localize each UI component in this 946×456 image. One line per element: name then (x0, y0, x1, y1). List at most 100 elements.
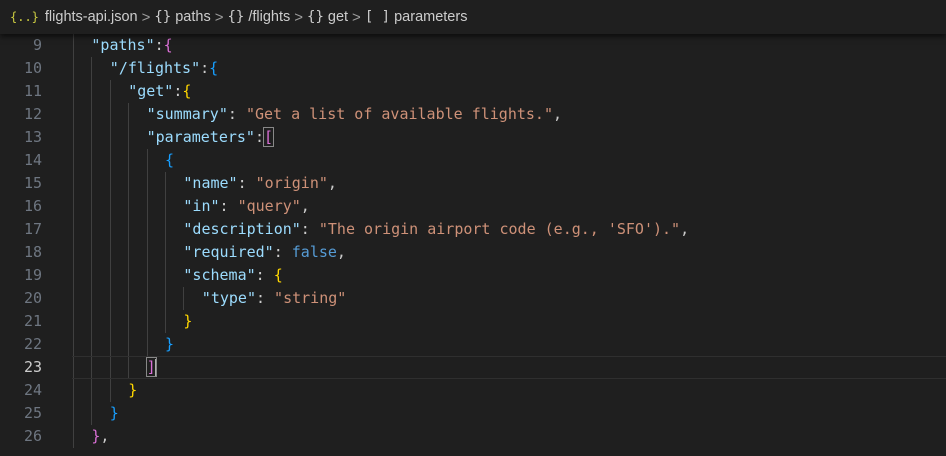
breadcrumb-item[interactable]: {..} flights-api.json (10, 9, 138, 25)
code-token: { (273, 266, 283, 284)
code-line[interactable]: 21} (0, 310, 946, 333)
line-content: "required": false, (183, 241, 346, 264)
code-token: : (254, 128, 264, 146)
code-line[interactable]: 16 "in": "query", (0, 195, 946, 218)
code-token: "schema" (183, 266, 256, 284)
code-line[interactable]: 19 "schema": { (0, 264, 946, 287)
line-content: ] (145, 356, 157, 379)
line-number: 20 (23, 289, 42, 307)
code-token: "type" (201, 289, 256, 307)
breadcrumb-label: get (327, 9, 349, 25)
code-line[interactable]: 18 "required": false, (0, 241, 946, 264)
code-token: : (255, 289, 275, 307)
breadcrumb-item[interactable]: [ ] parameters (365, 9, 468, 25)
code-token: [ (262, 127, 275, 147)
line-number: 23 (23, 358, 42, 376)
code-line[interactable]: 13 "parameters":[ (0, 126, 946, 149)
breadcrumb: {..} flights-api.json >{} paths >{}/flights >… (0, 0, 946, 34)
code-token: : (273, 243, 292, 261)
text-cursor (154, 358, 156, 377)
line-number: 22 (23, 335, 42, 353)
code-line[interactable]: 26}, (0, 425, 946, 448)
code-token: "summary" (146, 105, 228, 123)
code-line[interactable]: 14 { (0, 149, 946, 172)
code-line[interactable]: 9 "paths":{ (0, 34, 946, 57)
line-content: "description": "The origin airport code … (183, 218, 689, 241)
code-token: "paths" (91, 36, 155, 54)
code-token: : (237, 174, 256, 192)
line-content: } (110, 402, 119, 425)
code-editor[interactable]: {..} flights-api.json >{} paths >{}/flights >… (0, 0, 946, 456)
code-line[interactable]: 11 "get":{ (0, 80, 946, 103)
line-content: "get":{ (128, 80, 191, 103)
code-line[interactable]: 24} (0, 379, 946, 402)
code-token: } (128, 381, 138, 399)
line-content: } (128, 379, 137, 402)
breadcrumb-item[interactable]: {}/flights (227, 9, 290, 25)
line-number: 13 (23, 128, 42, 146)
code-token: } (183, 312, 193, 330)
object-icon: {} (227, 9, 245, 25)
code-token: : (227, 105, 246, 123)
code-token: "Get a list of available flights." (245, 105, 553, 123)
code-token: { (182, 82, 192, 100)
code-token: "required" (183, 243, 274, 261)
current-line-highlight (72, 356, 946, 379)
code-token: , (552, 105, 563, 123)
code-line[interactable]: 17 "description": "The origin airport cod… (0, 218, 946, 241)
line-number: 11 (23, 82, 42, 100)
code-token: { (163, 36, 173, 54)
breadcrumb-label: parameters (394, 9, 468, 25)
code-token: "string" (274, 289, 347, 307)
line-content: } (183, 310, 192, 333)
code-token: "The origin airport code (e.g., 'SFO')." (318, 220, 681, 238)
code-line[interactable]: 22} (0, 333, 946, 356)
code-token: "origin" (255, 174, 328, 192)
code-token: "in" (183, 197, 220, 215)
line-content: "parameters":[ (147, 126, 275, 149)
breadcrumb-item[interactable]: {} get (307, 9, 348, 25)
object-icon: {} (307, 9, 324, 25)
line-number: 14 (23, 151, 42, 169)
code-line[interactable]: 15 "name": "origin", (0, 172, 946, 195)
breadcrumb-label: flights-api.json (44, 9, 138, 25)
code-token: { (209, 59, 219, 77)
code-line[interactable]: 10 "/flights":{ (0, 57, 946, 80)
breadcrumb-separator: > (294, 8, 304, 26)
code-token: "get" (128, 82, 174, 100)
code-token: false (291, 243, 337, 261)
breadcrumb-label: paths (175, 9, 211, 25)
code-token: , (680, 220, 690, 238)
line-number: 9 (32, 36, 42, 54)
breadcrumb-label: /flights (248, 9, 291, 25)
line-number: 25 (23, 404, 42, 422)
code-token: , (327, 174, 337, 192)
line-content: }, (91, 425, 109, 448)
code-line[interactable]: 20 "type": "string" (0, 287, 946, 310)
code-token: : (300, 220, 319, 238)
code-token: : (200, 59, 210, 77)
breadcrumb-separator: > (352, 8, 361, 26)
line-number: 10 (23, 59, 42, 77)
json-file-icon: {..} (10, 10, 39, 24)
code-line[interactable]: 23] (0, 356, 946, 379)
code-token: , (100, 427, 110, 445)
code-line[interactable]: 12 "summary": "Get a list of available fl… (0, 103, 946, 126)
code-line[interactable]: 25} (0, 402, 946, 425)
code-lines[interactable]: 9 "paths":{10 "/flights":{11 "get":{12 "summ… (0, 34, 946, 448)
line-content: "in": "query", (183, 195, 309, 218)
code-token: : (219, 197, 238, 215)
line-number: 17 (23, 220, 42, 238)
breadcrumb-item[interactable]: {} paths (154, 9, 210, 25)
code-token: "name" (183, 174, 238, 192)
line-content: "paths":{ (91, 34, 172, 57)
code-token: : (154, 36, 164, 54)
line-number: 15 (23, 174, 42, 192)
line-content: { (165, 149, 174, 172)
code-token: "description" (183, 220, 301, 238)
code-token: { (165, 151, 175, 169)
breadcrumb-separator: > (141, 8, 151, 26)
code-token: } (165, 335, 175, 353)
array-icon: [ ] (364, 9, 391, 25)
code-token: , (336, 243, 346, 261)
